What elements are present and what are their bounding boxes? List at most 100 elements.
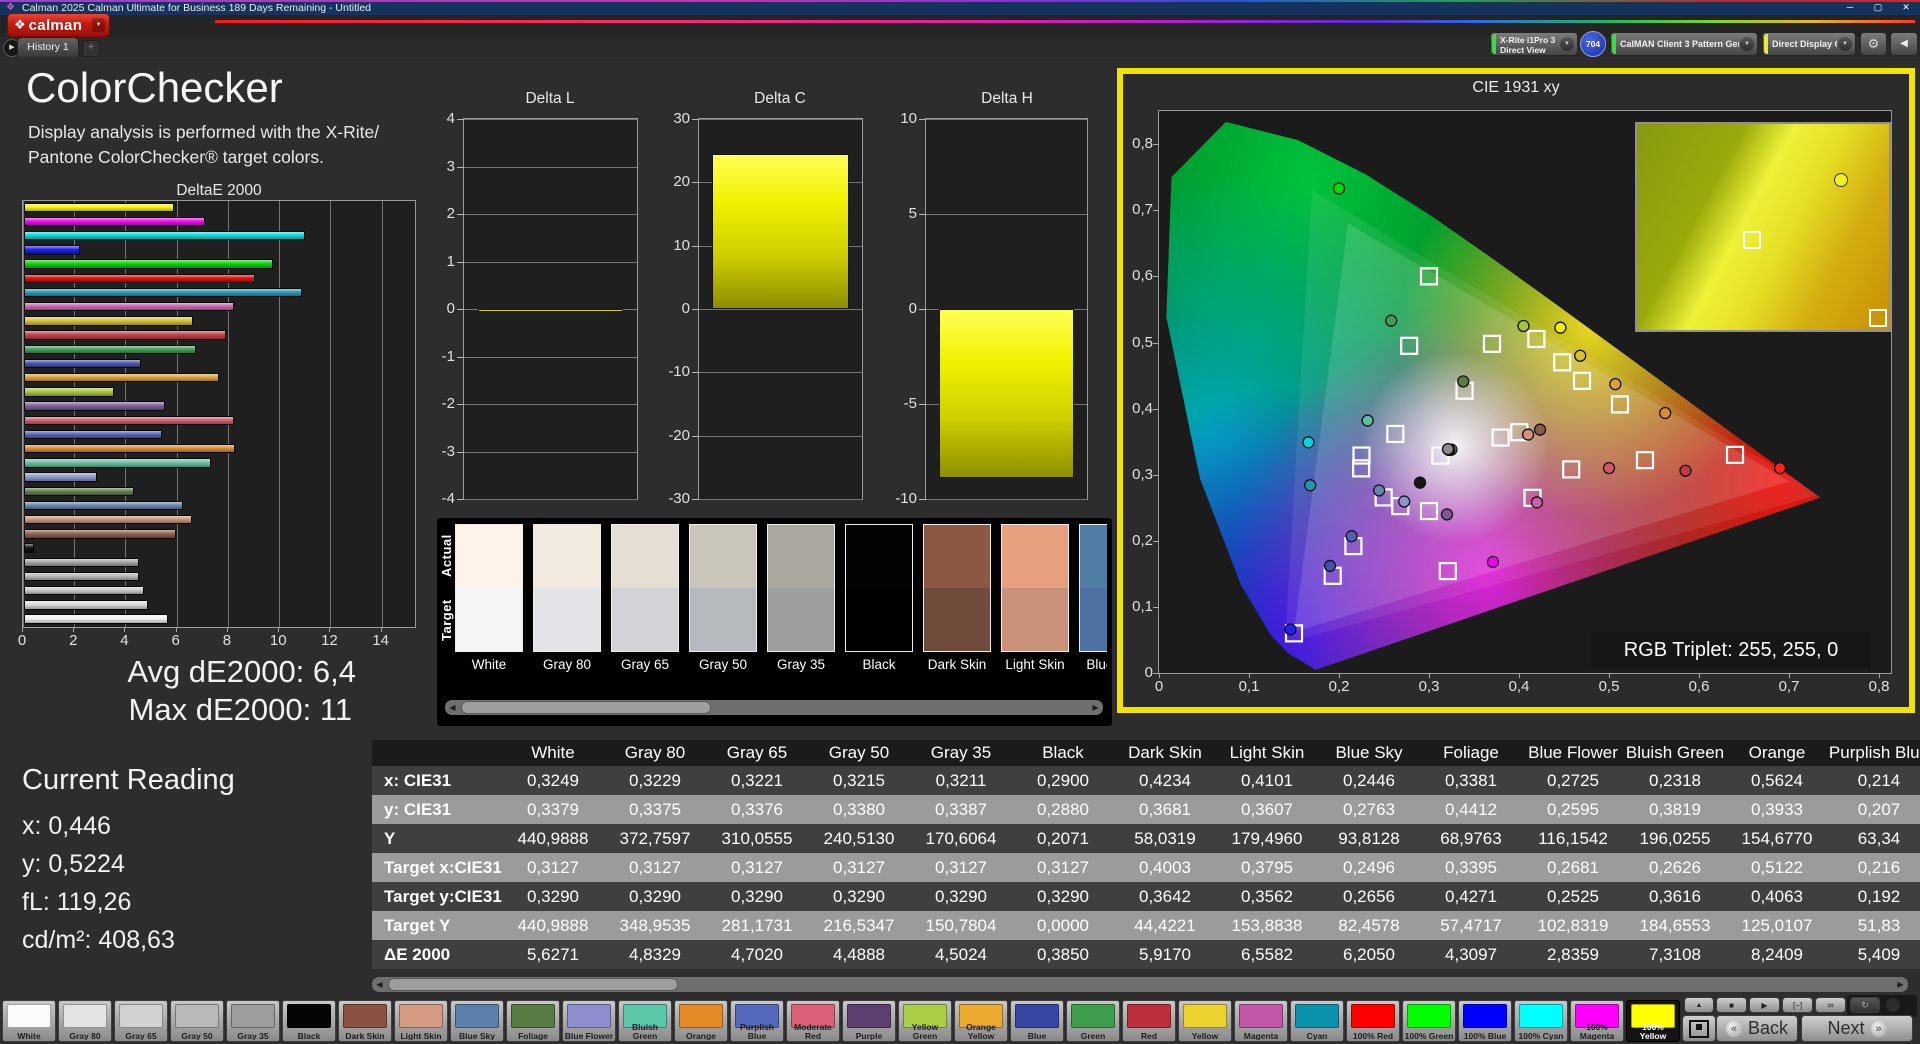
close-button[interactable]: ✕ [1894, 0, 1918, 15]
compare-swatch-Gray 50[interactable]: Gray 50 [689, 524, 757, 676]
palette-item-Gray 65[interactable]: Gray 65 [114, 1000, 168, 1042]
cell: 0,2071 [1012, 824, 1114, 853]
palette-item-100% Cyan[interactable]: 100% Cyan [1514, 1000, 1568, 1042]
actual-color [1080, 525, 1107, 588]
measured-Purple [1442, 509, 1453, 520]
refresh-icon[interactable]: ↻ [1850, 997, 1880, 1013]
palette-item-Yellow Green[interactable]: Yellow Green [898, 1000, 952, 1042]
palette-item-Foliage[interactable]: Foliage [506, 1000, 560, 1042]
column-header-Light Skin: Light Skin [1216, 740, 1318, 766]
actual-color [456, 525, 522, 588]
deltaL-bar [478, 309, 623, 312]
palette-item-Blue[interactable]: Blue [1010, 1000, 1064, 1042]
cell: 0,3681 [1114, 795, 1216, 824]
compare-swatch-Gray 65[interactable]: Gray 65 [611, 524, 679, 676]
palette-item-Bluish Green[interactable]: Bluish Green [618, 1000, 672, 1042]
display-control-selector[interactable]: Direct Display Control ▼ [1762, 32, 1856, 56]
pattern-generator-selector[interactable]: CalMAN Client 3 Pattern Generator ▼ [1610, 32, 1758, 56]
palette-item-Gray 35[interactable]: Gray 35 [226, 1000, 280, 1042]
loop-infinity-icon[interactable]: ∞ [1815, 997, 1846, 1013]
cell: 0,3387 [910, 795, 1012, 824]
minimize-button[interactable]: ─ [1838, 0, 1862, 15]
scroll-right-icon[interactable]: ▶ [1893, 977, 1908, 992]
scrollbar-thumb[interactable] [461, 701, 711, 714]
palette-item-Magenta[interactable]: Magenta [1234, 1000, 1288, 1042]
palette-item-Blue Flower[interactable]: Blue Flower [562, 1000, 616, 1042]
compare-swatch-Light Skin[interactable]: Light Skin [1001, 524, 1069, 676]
scroll-right-icon[interactable]: ▶ [1088, 700, 1103, 715]
table-row-Y: Y440,9888372,7597310,0555240,5130170,606… [372, 824, 1920, 853]
color-swatch [63, 1004, 107, 1028]
color-swatch [399, 1004, 443, 1028]
scrollbar-thumb[interactable] [388, 978, 678, 991]
compare-swatch-Gray 35[interactable]: Gray 35 [767, 524, 835, 676]
collapse-panel-icon[interactable]: ◀ [1890, 32, 1918, 56]
play-icon[interactable]: ▶ [1749, 997, 1780, 1013]
cell: 6,5582 [1216, 940, 1318, 969]
back-button[interactable]: « Back [1716, 1015, 1798, 1042]
palette-item-Red[interactable]: Red [1122, 1000, 1176, 1042]
palette-item-100% Magenta[interactable]: 100% Magenta [1570, 1000, 1624, 1042]
stop-icon[interactable]: ■ [1716, 997, 1747, 1013]
pattern-window-button[interactable] [1682, 1015, 1716, 1042]
table-scrollbar: ◀ ▶ [372, 977, 1908, 992]
palette-item-Yellow[interactable]: Yellow [1178, 1000, 1232, 1042]
palette-item-White[interactable]: White [2, 1000, 56, 1042]
palette-item-Gray 50[interactable]: Gray 50 [170, 1000, 224, 1042]
compare-swatch-White[interactable]: White [455, 524, 523, 676]
add-tab-button[interactable]: + [82, 40, 100, 57]
expand-up-icon[interactable]: ▲ [1684, 997, 1714, 1013]
palette-item-100% Yellow[interactable]: 100% Yellow [1626, 1000, 1680, 1042]
cell: 0,207 [1828, 795, 1920, 824]
palette-item-Cyan[interactable]: Cyan [1290, 1000, 1344, 1042]
range-icon[interactable]: [−] [1782, 997, 1813, 1013]
max-de2000-readout: Max dE2000: 11 [0, 692, 352, 728]
palette-item-Blue Sky[interactable]: Blue Sky [450, 1000, 504, 1042]
maximize-button[interactable]: ▢ [1866, 0, 1890, 15]
target-row-label: Target [439, 588, 454, 652]
palette-item-100% Blue[interactable]: 100% Blue [1458, 1000, 1512, 1042]
palette-item-100% Red[interactable]: 100% Red [1346, 1000, 1400, 1042]
gridline [699, 119, 862, 120]
scroll-left-icon[interactable]: ◀ [372, 977, 387, 992]
compare-swatch-Black[interactable]: Black [845, 524, 913, 676]
palette-label: Blue [1012, 1032, 1062, 1041]
cell: 0,3933 [1726, 795, 1828, 824]
calman-menu-button[interactable]: ❖ calman ▼ [7, 13, 110, 37]
compare-swatch-Blue Sky[interactable]: Blue Sky [1079, 524, 1107, 676]
palette-item-Purplish Blue[interactable]: Purplish Blue [730, 1000, 784, 1042]
cell: 150,7804 [910, 911, 1012, 940]
palette-item-Gray 80[interactable]: Gray 80 [58, 1000, 112, 1042]
palette-item-Dark Skin[interactable]: Dark Skin [338, 1000, 392, 1042]
palette-item-Purple[interactable]: Purple [842, 1000, 896, 1042]
tab-history-1[interactable]: History 1 [17, 37, 79, 57]
gridline [279, 201, 280, 627]
scroll-left-icon[interactable]: ◀ [445, 700, 460, 715]
gridline [926, 499, 1087, 500]
cell: 0,3249 [502, 766, 604, 795]
cell: 0,2318 [1624, 766, 1726, 795]
palette-item-Orange[interactable]: Orange [674, 1000, 728, 1042]
palette-item-Green[interactable]: Green [1066, 1000, 1120, 1042]
palette-item-Light Skin[interactable]: Light Skin [394, 1000, 448, 1042]
row-header: Target y:CIE31 [372, 882, 502, 911]
palette-item-Orange Yellow[interactable]: Orange Yellow [954, 1000, 1008, 1042]
cell: 68,9763 [1420, 824, 1522, 853]
compare-swatch-Gray 80[interactable]: Gray 80 [533, 524, 601, 676]
axis-tick-label: 20 [650, 173, 690, 190]
deltaL-chart-plot: 43210-1-2-3-4 [463, 118, 638, 500]
palette-item-100% Green[interactable]: 100% Green [1402, 1000, 1456, 1042]
column-header-Gray 50: Gray 50 [808, 740, 910, 766]
next-button[interactable]: Next » [1801, 1015, 1913, 1042]
meter-selector[interactable]: X-Rite i1Pro 3 Direct View ▼ [1490, 32, 1578, 56]
cell: 0,4412 [1420, 795, 1522, 824]
axis-tick-label: 0,5 [1589, 678, 1629, 695]
compare-swatch-Dark Skin[interactable]: Dark Skin [923, 524, 991, 676]
cell: 57,4717 [1420, 911, 1522, 940]
gear-icon[interactable]: ⚙ [1860, 32, 1887, 56]
meter-name: X-Rite i1Pro 3 [1500, 35, 1555, 45]
de-bar-100% Cyan [24, 231, 305, 241]
de-bar-White [24, 614, 168, 624]
palette-item-Moderate Red[interactable]: Moderate Red [786, 1000, 840, 1042]
palette-item-Black[interactable]: Black [282, 1000, 336, 1042]
